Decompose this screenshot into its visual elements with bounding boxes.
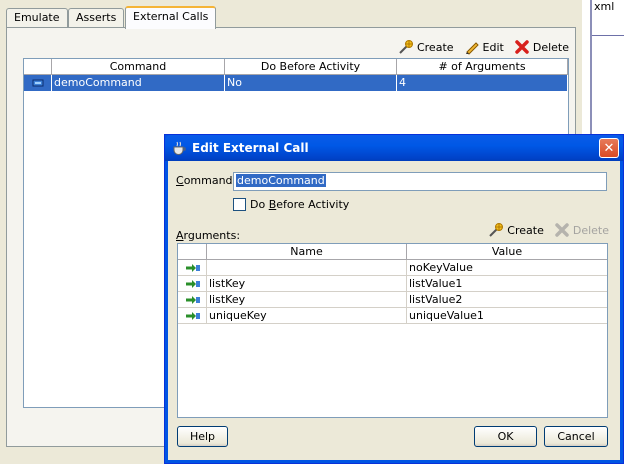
table-header: Command Do Before Activity # of Argument… [24,59,568,75]
cell-value: uniqueValue1 [407,308,607,324]
cell-name: uniqueKey [207,308,407,324]
dialog-title: Edit External Call [192,141,309,155]
argument-icon [178,260,207,276]
create-icon [398,39,414,55]
dialog-title-bar[interactable]: Edit External Call ✕ [165,135,623,161]
cell-command: demoCommand [52,75,225,91]
close-icon: ✕ [603,140,615,156]
delete-x-icon [554,222,570,238]
table-row[interactable]: noKeyValue [178,260,607,276]
header-do-before-activity[interactable]: Do Before Activity [225,59,397,74]
command-label: Command: [176,174,237,187]
cell-do-before: No [225,75,397,91]
help-button[interactable]: Help [177,426,228,447]
cell-arguments: 4 [397,75,568,91]
editor-tab-fragment[interactable]: xml [594,0,614,13]
table-row[interactable]: listKey listValue2 [178,292,607,308]
tab-external-calls[interactable]: External Calls [125,6,217,29]
ok-button[interactable]: OK [474,426,537,447]
create-label: Create [416,40,454,54]
arguments-table: Name Value noKeyValue listKey listValue1 [177,243,608,418]
pencil-icon [464,39,480,55]
coffee-cup-icon [171,140,187,156]
close-button[interactable]: ✕ [599,138,619,158]
header-num-arguments[interactable]: # of Arguments [397,59,568,74]
edit-button[interactable]: Edit [464,38,504,56]
cell-value: listValue1 [407,276,607,292]
tab-emulate[interactable]: Emulate [6,8,68,28]
argument-delete-label: Delete [572,223,609,237]
external-call-icon [24,75,52,91]
cell-value: listValue2 [407,292,607,308]
cell-name: listKey [207,276,407,292]
argument-icon [178,308,207,324]
arguments-toolbar: Create Delete [488,222,609,238]
argument-create-label: Create [507,223,544,237]
do-before-activity-checkbox[interactable] [233,198,246,211]
cell-value: noKeyValue [407,260,607,276]
create-icon [488,222,504,238]
arguments-label: Arguments: [176,229,241,242]
edit-label: Edit [482,40,504,54]
header-command[interactable]: Command [52,59,225,74]
dialog-body: Command: demoCommand Do Before Activity … [169,161,619,459]
arguments-table-header: Name Value [178,244,607,260]
table-row[interactable]: demoCommand No 4 [24,75,568,91]
delete-button[interactable]: Delete [514,38,569,56]
divider [592,35,624,36]
delete-x-icon [514,39,530,55]
do-before-activity-row[interactable]: Do Before Activity [233,198,349,211]
header-icon-column [178,244,207,259]
header-name[interactable]: Name [207,244,407,259]
header-icon-column [24,59,52,74]
external-calls-toolbar: Create Edit Delete [398,38,569,56]
argument-create-button[interactable]: Create [488,222,544,238]
tab-asserts[interactable]: Asserts [68,8,125,28]
delete-label: Delete [532,40,569,54]
table-row[interactable]: uniqueKey uniqueValue1 [178,308,607,324]
edit-external-call-dialog: Edit External Call ✕ Command: demoComman… [164,134,624,464]
command-input[interactable]: demoCommand [233,172,607,191]
argument-delete-button[interactable]: Delete [554,222,609,238]
cell-name: listKey [207,292,407,308]
table-row[interactable]: listKey listValue1 [178,276,607,292]
do-before-activity-label: Do Before Activity [250,198,350,211]
argument-icon [178,292,207,308]
argument-icon [178,276,207,292]
cell-name [207,260,407,276]
cancel-button[interactable]: Cancel [544,426,608,447]
command-value: demoCommand [236,174,326,187]
create-button[interactable]: Create [398,38,454,56]
header-value[interactable]: Value [407,244,607,259]
